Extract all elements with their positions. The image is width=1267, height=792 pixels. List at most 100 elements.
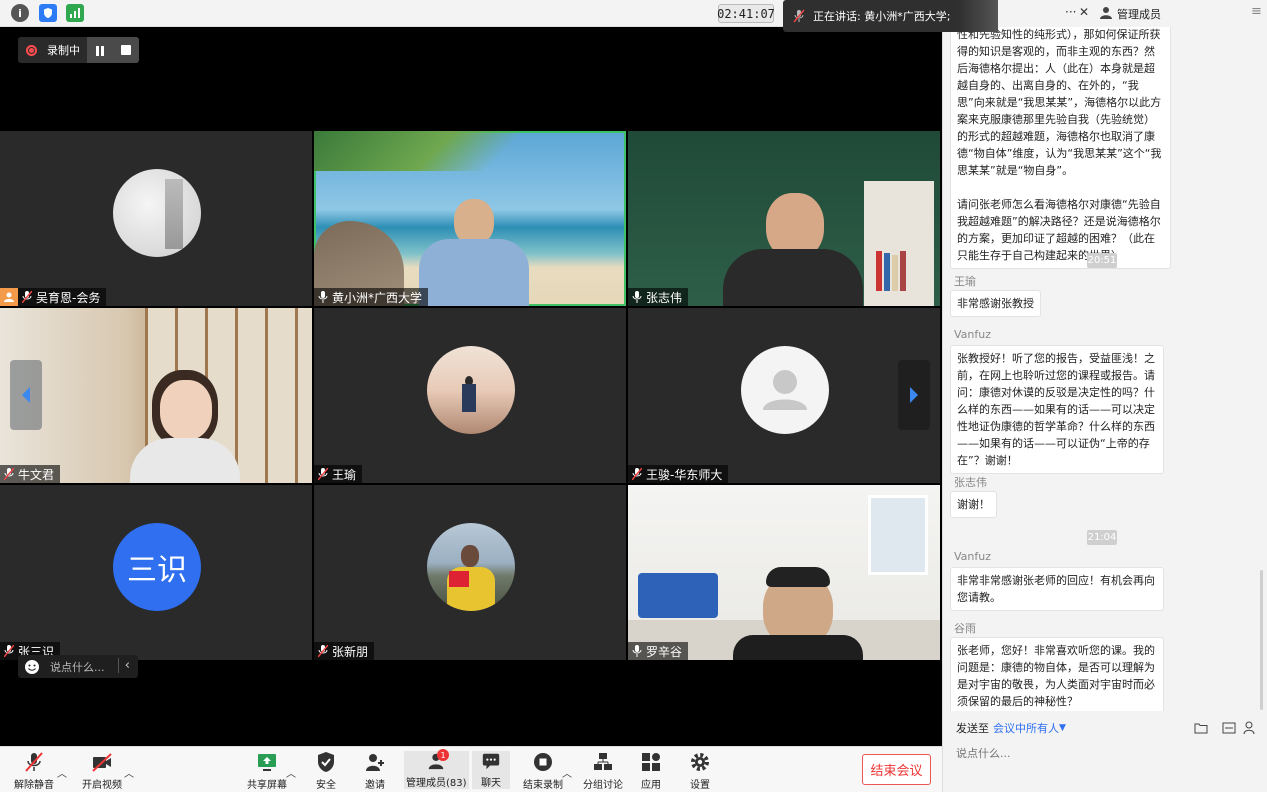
apps-label: 应用 <box>641 780 661 791</box>
video-tile-7[interactable]: 张新朋 <box>314 485 626 660</box>
settings-button[interactable]: 设置 <box>689 751 711 791</box>
mic-muted-icon <box>632 468 642 480</box>
menu-icon[interactable]: ≡ <box>1251 4 1262 19</box>
manage-members-button[interactable]: 1 管理成员(83) <box>404 749 469 789</box>
avatar-building <box>165 179 183 249</box>
info-icon[interactable]: i <box>11 4 29 22</box>
video-tile-3[interactable]: 牛文君 <box>0 308 312 483</box>
screenshot-icon[interactable] <box>1222 722 1236 734</box>
video-tile-8[interactable]: 罗辛谷 <box>628 485 940 660</box>
mic-muted-icon <box>4 468 14 480</box>
stop-recording-button[interactable] <box>121 45 131 55</box>
host-icon-glyph <box>4 292 14 302</box>
start-video-button[interactable]: 开启视频 <box>82 751 122 791</box>
chevron-right-icon <box>910 387 918 403</box>
participant-name-bar: 王骏-华东师大 <box>628 465 729 483</box>
security-button[interactable]: 安全 <box>315 751 337 791</box>
quick-chat-bar[interactable]: 说点什么... ‹ <box>18 655 138 678</box>
prev-page-button[interactable] <box>10 360 42 430</box>
person-head <box>160 380 212 440</box>
video-tile-0[interactable]: 吴育恩-会务 <box>0 131 312 306</box>
chat-message-bubble: 非常非常感谢张老师的回应！有机会再向您请教。 <box>950 567 1164 611</box>
chat-message-bubble: 张老师，您好！非常喜欢听您的课。我的问题是：康德的物自体，是否可以理解为是对宇宙… <box>950 637 1164 711</box>
share-options-chevron-icon[interactable]: ︿ <box>286 765 296 780</box>
share-screen-label: 共享屏幕 <box>247 780 287 791</box>
chevron-left-icon <box>22 387 30 403</box>
add-user-icon <box>366 754 384 771</box>
video-tile-2[interactable]: 张志伟 <box>628 131 940 306</box>
chat-label: 聊天 <box>481 778 501 789</box>
shield-icon[interactable] <box>39 4 57 22</box>
speaking-indicator: 正在讲话: 黄小洲*广西大学; <box>783 0 998 32</box>
mic-muted-icon <box>4 645 14 657</box>
manage-members-title[interactable]: 管理成员 <box>1117 6 1161 22</box>
apps-icon <box>642 753 660 771</box>
mic-icon <box>632 645 642 657</box>
members-icon <box>1100 7 1112 19</box>
chat-sender: 张志伟 <box>954 476 987 489</box>
participant-name-bar: 王瑜 <box>314 465 363 483</box>
avatar <box>427 523 515 611</box>
sofa <box>638 573 718 618</box>
palm-leaves <box>314 131 626 171</box>
chat-scrollbar[interactable] <box>1260 570 1263 710</box>
breakout-rooms-icon <box>594 753 612 770</box>
host-icon <box>0 288 18 306</box>
pause-recording-button[interactable] <box>95 41 105 60</box>
avatar <box>427 346 515 434</box>
mic-muted-icon <box>25 752 43 772</box>
participant-name: 牛文君 <box>18 467 55 482</box>
person-body <box>723 249 863 306</box>
send-to-bar: 发送至 会议中所有人 ▼ <box>943 716 1267 740</box>
time-divider: 20:51 <box>1087 253 1117 268</box>
participant-name: 张志伟 <box>646 290 683 305</box>
emoji-icon[interactable] <box>24 659 40 675</box>
send-to-caret-icon[interactable]: ▼ <box>1059 723 1066 733</box>
apps-button[interactable]: 应用 <box>640 751 662 791</box>
video-tile-5[interactable]: 王骏-华东师大 <box>628 308 940 483</box>
mic-muted-icon <box>318 468 328 480</box>
folder-icon[interactable] <box>1194 722 1208 734</box>
shield-icon-glyph <box>44 8 52 18</box>
participant-name-bar: 张新朋 <box>314 642 375 660</box>
settings-label: 设置 <box>690 780 710 791</box>
end-record-button[interactable]: 结束录制 <box>523 751 563 791</box>
share-screen-icon <box>258 754 276 771</box>
speaking-label: 正在讲话: 黄小洲*广西大学; <box>813 10 951 23</box>
collapse-chevron-icon[interactable]: ‹ <box>117 658 130 673</box>
signal-icon[interactable] <box>66 4 84 22</box>
person-silhouette-icon <box>763 370 807 410</box>
video-tile-6[interactable]: 三识 张三识 <box>0 485 312 660</box>
invite-label: 邀请 <box>365 780 385 791</box>
video-tile-4[interactable]: 王瑜 <box>314 308 626 483</box>
person-hair <box>766 567 830 587</box>
end-meeting-button[interactable]: 结束会议 <box>862 754 931 785</box>
close-panel-button[interactable]: ✕ <box>1079 5 1089 19</box>
video-tile-1[interactable]: 黄小洲*广西大学 <box>314 131 626 306</box>
participant-name: 王骏-华东师大 <box>646 467 723 482</box>
participant-name: 罗辛谷 <box>646 644 683 659</box>
stop-record-icon <box>534 753 552 771</box>
chat-button[interactable]: 聊天 <box>472 751 510 789</box>
next-page-button[interactable] <box>898 360 930 430</box>
audio-options-chevron-icon[interactable]: ︿ <box>57 765 67 780</box>
chat-panel: ··· ✕ 管理成员 ≡ 性和先验知性的纯形式），那如何保证所获得的知识是客观的… <box>942 0 1267 792</box>
breakout-button[interactable]: 分组讨论 <box>583 751 623 791</box>
send-to-select[interactable]: 会议中所有人 <box>993 720 1059 736</box>
record-options-chevron-icon[interactable]: ︿ <box>562 765 572 780</box>
mic-muted-icon <box>22 291 32 303</box>
chat-sender: 王瑜 <box>954 275 976 288</box>
invite-button[interactable]: 邀请 <box>364 751 386 791</box>
manage-members-label: 管理成员(83) <box>406 778 467 789</box>
chat-sender: Vanfuz <box>954 328 992 341</box>
more-options-button[interactable]: ··· <box>1065 5 1076 19</box>
bookshelf <box>864 181 934 306</box>
chat-icon <box>482 753 500 770</box>
video-options-chevron-icon[interactable]: ︿ <box>124 765 134 780</box>
share-screen-button[interactable]: 共享屏幕 <box>247 751 287 791</box>
mention-user-icon[interactable] <box>1243 721 1257 735</box>
person-body <box>733 635 863 660</box>
chat-message-bubble: 张教授好！听了您的报告，受益匪浅！之前，在网上也聆听过您的课程或报告。请问：康德… <box>950 345 1164 474</box>
chat-input[interactable] <box>956 744 1256 762</box>
unmute-button[interactable]: 解除静音 <box>14 751 54 791</box>
